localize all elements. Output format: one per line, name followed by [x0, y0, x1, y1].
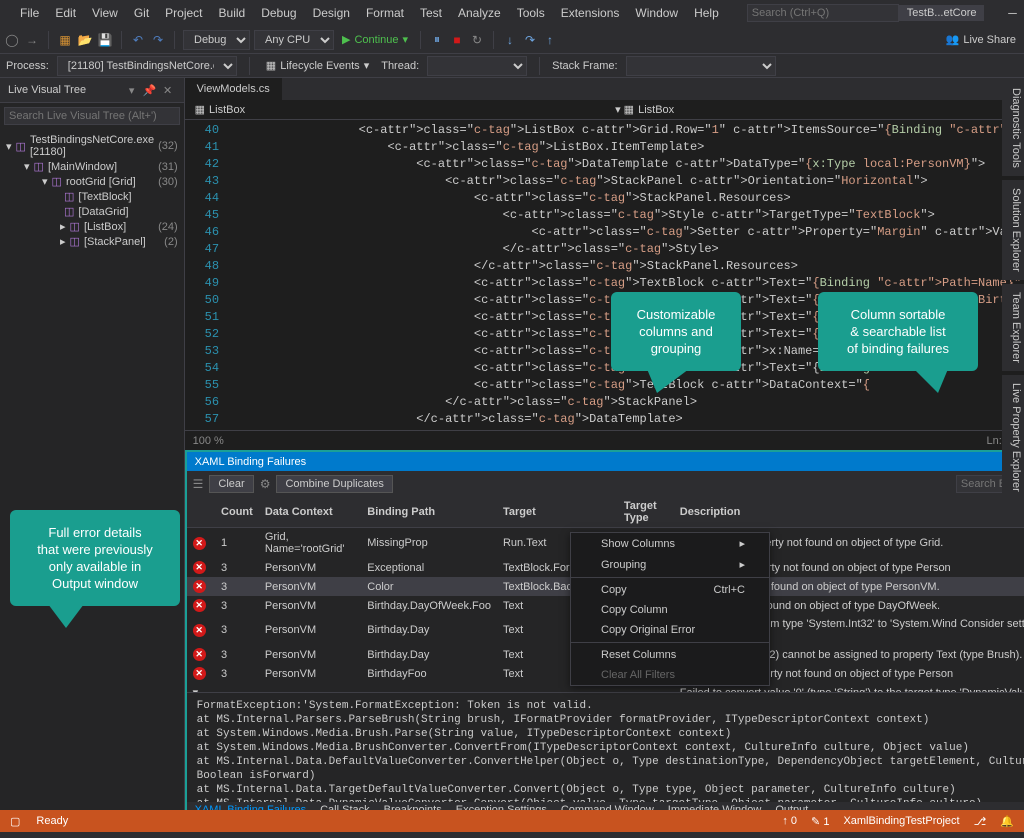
menu-analyze[interactable]: Analyze: [450, 2, 509, 24]
menu-debug[interactable]: Debug: [253, 2, 304, 24]
menu-item[interactable]: CopyCtrl+C: [571, 580, 769, 600]
menu-view[interactable]: View: [84, 2, 126, 24]
step-over-icon[interactable]: ↷: [522, 32, 538, 48]
quick-search[interactable]: [747, 4, 899, 22]
menu-git[interactable]: Git: [126, 2, 157, 24]
undo-icon[interactable]: ↶: [130, 32, 146, 48]
column-header[interactable]: Description: [674, 497, 1024, 528]
statusbar: ▢ Ready ↑ 0 ✎ 1 XamlBindingTestProject ⎇…: [0, 810, 1024, 832]
xbf-details: FormatException:'System.FormatException:…: [187, 692, 1024, 802]
process-label: Process:: [6, 60, 49, 72]
callout-sortable: Column sortable & searchable list of bin…: [818, 292, 978, 371]
menu-item[interactable]: Copy Original Error: [571, 620, 769, 640]
callout-error-details: Full error details that were previously …: [10, 510, 180, 606]
menu-help[interactable]: Help: [686, 2, 727, 24]
solution-name: TestB...etCore: [899, 5, 985, 21]
menu-project[interactable]: Project: [157, 2, 210, 24]
pin-icon[interactable]: 📌: [142, 82, 158, 98]
tab-viewmodels[interactable]: ViewModels.cs: [185, 78, 282, 100]
tree-item[interactable]: ▾◫ [MainWindow](31): [4, 159, 180, 174]
column-header[interactable]: Data Context: [259, 497, 361, 528]
context-menu[interactable]: Show Columns▸Grouping▸ CopyCtrl+CCopy Col…: [570, 532, 770, 686]
minimize-button[interactable]: ─: [992, 2, 1024, 24]
redo-icon[interactable]: ↷: [150, 32, 166, 48]
side-tab[interactable]: Live Property Explorer: [1002, 375, 1024, 500]
lifecycle-events[interactable]: ▦ Lifecycle Events ▾: [262, 57, 373, 74]
column-header[interactable]: [187, 497, 215, 528]
editor-status: 100 % Ln: 40Ch: 17SPCCRLF: [185, 430, 1024, 450]
subtab-listbox-a[interactable]: ▦ ListBox: [185, 100, 255, 119]
platform-select[interactable]: Any CPU: [254, 30, 334, 50]
column-header[interactable]: Count: [215, 497, 259, 528]
menu-build[interactable]: Build: [211, 2, 254, 24]
config-select[interactable]: Debug: [183, 30, 250, 50]
side-tab[interactable]: Team Explorer: [1002, 284, 1024, 371]
live-visual-tree-panel: Live Visual Tree ▾📌✕ ▾◫ TestBindingsNetC…: [0, 78, 185, 820]
tree-item[interactable]: ◫ [DataGrid]: [4, 204, 180, 219]
status-project: XamlBindingTestProject: [843, 815, 959, 828]
menu-design[interactable]: Design: [305, 2, 358, 24]
nav-back-icon[interactable]: ◯: [4, 32, 20, 48]
menu-edit[interactable]: Edit: [47, 2, 84, 24]
nav-fwd-icon[interactable]: →: [24, 32, 40, 48]
code-editor[interactable]: 4041424344454647484950515253545556575859…: [185, 120, 1024, 430]
menu-window[interactable]: Window: [627, 2, 686, 24]
process-select[interactable]: [21180] TestBindingsNetCore.exe: [57, 56, 237, 76]
save-icon[interactable]: 💾: [97, 32, 113, 48]
column-header[interactable]: Target: [497, 497, 618, 528]
lvt-title: Live Visual Tree: [8, 84, 86, 96]
menu-format[interactable]: Format: [358, 2, 412, 24]
menu-item[interactable]: Reset Columns: [571, 645, 769, 665]
editor-tabs: ViewModels.cs MainWindow.xaml ● ✕: [185, 78, 1024, 100]
menu-extensions[interactable]: Extensions: [553, 2, 628, 24]
clear-button[interactable]: Clear: [209, 475, 253, 493]
source-control-icon[interactable]: ⎇: [974, 815, 987, 828]
debug-process-bar: Process: [21180] TestBindingsNetCore.exe…: [0, 54, 1024, 78]
status-down: ✎ 1: [811, 815, 829, 828]
column-header[interactable]: Target Type: [618, 497, 674, 528]
menu-file[interactable]: File: [12, 2, 47, 24]
menu-item[interactable]: Copy Column: [571, 600, 769, 620]
tree-item[interactable]: ▾◫ rootGrid [Grid](30): [4, 174, 180, 189]
close-icon[interactable]: ✕: [160, 82, 176, 98]
lvt-search[interactable]: [4, 107, 180, 125]
stackframe-label: Stack Frame:: [552, 60, 617, 72]
pause-icon[interactable]: ⏸: [429, 32, 445, 48]
menu-test[interactable]: Test: [412, 2, 450, 24]
callout-columns: Customizable columns and grouping: [611, 292, 741, 371]
side-tab[interactable]: Solution Explorer: [1002, 180, 1024, 280]
toolbar: ◯ → ▦ 📂 💾 ↶ ↷ Debug Any CPU ▶ Continue ▾…: [0, 26, 1024, 54]
liveshare-button[interactable]: 👥 Live Share: [942, 31, 1020, 48]
menu-item: Clear All Filters: [571, 665, 769, 685]
status-up: ↑ 0: [782, 815, 797, 828]
open-icon[interactable]: 📂: [77, 32, 93, 48]
notifications-icon[interactable]: 🔔: [1000, 815, 1014, 828]
step-out-icon[interactable]: ↑: [542, 32, 558, 48]
step-into-icon[interactable]: ↓: [502, 32, 518, 48]
restart-icon[interactable]: ↻: [469, 32, 485, 48]
thread-select[interactable]: [427, 56, 527, 76]
new-icon[interactable]: ▦: [57, 32, 73, 48]
xbf-title: XAML Binding Failures: [195, 456, 306, 468]
combine-duplicates-button[interactable]: Combine Duplicates: [276, 475, 392, 493]
continue-button[interactable]: ▶ Continue ▾: [338, 31, 412, 48]
menu-item[interactable]: Show Columns▸: [571, 533, 769, 554]
menu-tools[interactable]: Tools: [509, 2, 553, 24]
column-header[interactable]: Binding Path: [361, 497, 497, 528]
status-ready: Ready: [36, 815, 68, 827]
stop-icon[interactable]: ■: [449, 32, 465, 48]
menubar: FileEditViewGitProjectBuildDebugDesignFo…: [0, 0, 1024, 26]
tree-item[interactable]: ◫ [TextBlock]: [4, 189, 180, 204]
tree-item[interactable]: ▸◫ [ListBox](24): [4, 219, 180, 234]
subtab-listbox-b[interactable]: ▾ ▦ ListBox: [605, 100, 684, 119]
tree-item[interactable]: ▾◫ TestBindingsNetCore.exe [21180](32): [4, 133, 180, 159]
thread-label: Thread:: [381, 60, 419, 72]
pin-icon[interactable]: ▾: [124, 82, 140, 98]
menu-item[interactable]: Grouping▸: [571, 554, 769, 575]
side-tab[interactable]: Diagnostic Tools: [1002, 80, 1024, 176]
stackframe-select[interactable]: [626, 56, 776, 76]
tree-item[interactable]: ▸◫ [StackPanel](2): [4, 234, 180, 249]
